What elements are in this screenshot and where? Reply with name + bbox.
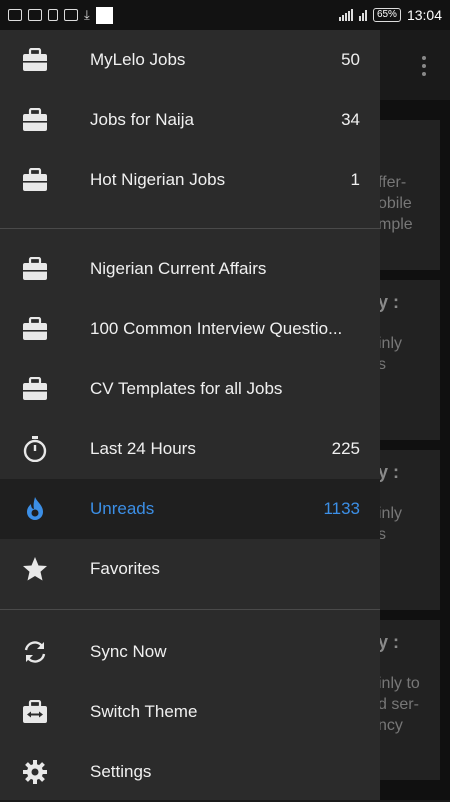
switch-theme-icon [22, 699, 48, 725]
drawer-item-label: CV Templates for all Jobs [90, 379, 283, 398]
signal-icon-2 [358, 9, 367, 21]
stopwatch-icon [22, 436, 48, 462]
card-text: obile [378, 195, 412, 212]
card-text: s [378, 526, 386, 543]
article-card[interactable]: ffer- obile mple [370, 120, 440, 270]
drawer-item-label: Switch Theme [90, 702, 198, 721]
drawer-item-label: MyLelo Jobs [90, 50, 186, 69]
drawer-item-label: Nigerian Current Affairs [90, 259, 267, 278]
drawer-item-label: 100 Common Interview Questio... [90, 319, 343, 338]
signal-icon [338, 9, 353, 21]
navigation-drawer: MyLelo Jobs 50 Jobs for Naija 34 Hot Nig… [0, 30, 380, 800]
settings-button[interactable]: Settings [0, 742, 380, 802]
card-title: y : [378, 632, 400, 652]
star-icon [22, 556, 48, 582]
card-title: y : [378, 292, 400, 312]
briefcase-icon [22, 256, 48, 282]
article-card[interactable]: y : inly s [370, 450, 440, 610]
drawer-item-label: Last 24 Hours [90, 439, 196, 458]
drawer-item-cv-templates[interactable]: CV Templates for all Jobs [0, 359, 380, 419]
drawer-item-label: Favorites [90, 559, 160, 578]
drawer-item-unreads[interactable]: Unreads 1133 [0, 479, 380, 539]
overflow-menu-icon[interactable] [422, 56, 426, 76]
drawer-item-interview-questions[interactable]: 100 Common Interview Questio... [0, 299, 380, 359]
briefcase-icon [22, 107, 48, 133]
card-text: ffer- [378, 174, 407, 191]
card-text: ncy [378, 717, 403, 734]
sim-icon [48, 9, 58, 21]
unread-count: 1 [350, 170, 360, 189]
drawer-item-label: Settings [90, 762, 152, 781]
card-text: d ser- [378, 696, 419, 713]
blank-notification-icon [95, 6, 113, 24]
drawer-item-label: Sync Now [90, 642, 167, 661]
battery-indicator: 65% [372, 8, 401, 22]
clock: 13:04 [406, 7, 442, 23]
card-text: inly to [378, 675, 420, 692]
notification-icons: ⤓ [0, 6, 121, 24]
drawer-item-last-24-hours[interactable]: Last 24 Hours 225 [0, 419, 380, 479]
drawer-item-mylelo-jobs[interactable]: MyLelo Jobs 50 [0, 30, 380, 90]
article-card[interactable]: y : inly to d ser- ncy [370, 620, 440, 780]
drawer-item-hot-nigerian-jobs[interactable]: Hot Nigerian Jobs 1 [0, 150, 380, 210]
gear-icon [22, 759, 48, 785]
card-text: inly [378, 335, 403, 352]
switch-theme-button[interactable]: Switch Theme [0, 682, 380, 742]
card-text: s [378, 356, 386, 373]
briefcase-icon [22, 47, 48, 73]
card-text: inly [378, 505, 403, 522]
image-icon [64, 9, 78, 21]
flame-icon [22, 496, 48, 522]
drawer-item-label: Hot Nigerian Jobs [90, 170, 226, 189]
drawer-item-nigerian-current-affairs[interactable]: Nigerian Current Affairs [0, 239, 380, 299]
sync-icon [22, 639, 48, 665]
article-card[interactable]: y : inly s [370, 280, 440, 440]
unread-count: 34 [341, 110, 360, 129]
drawer-item-jobs-for-naija[interactable]: Jobs for Naija 34 [0, 90, 380, 150]
drawer-item-label: Unreads [90, 499, 155, 518]
card-title: y : [378, 462, 400, 482]
unread-count: 50 [341, 50, 360, 69]
mail-icon [28, 9, 42, 21]
card-text: mple [378, 216, 413, 233]
briefcase-icon [22, 376, 48, 402]
sync-now-button[interactable]: Sync Now [0, 622, 380, 682]
download-icon: ⤓ [84, 7, 90, 22]
briefcase-icon [22, 316, 48, 342]
briefcase-icon [22, 167, 48, 193]
message-icon [8, 9, 22, 21]
status-bar: ⤓ 65% 13:04 [0, 0, 450, 30]
unread-count: 1133 [323, 499, 360, 518]
drawer-item-label: Jobs for Naija [90, 110, 194, 129]
unread-count: 225 [331, 439, 360, 458]
drawer-item-favorites[interactable]: Favorites [0, 539, 380, 599]
